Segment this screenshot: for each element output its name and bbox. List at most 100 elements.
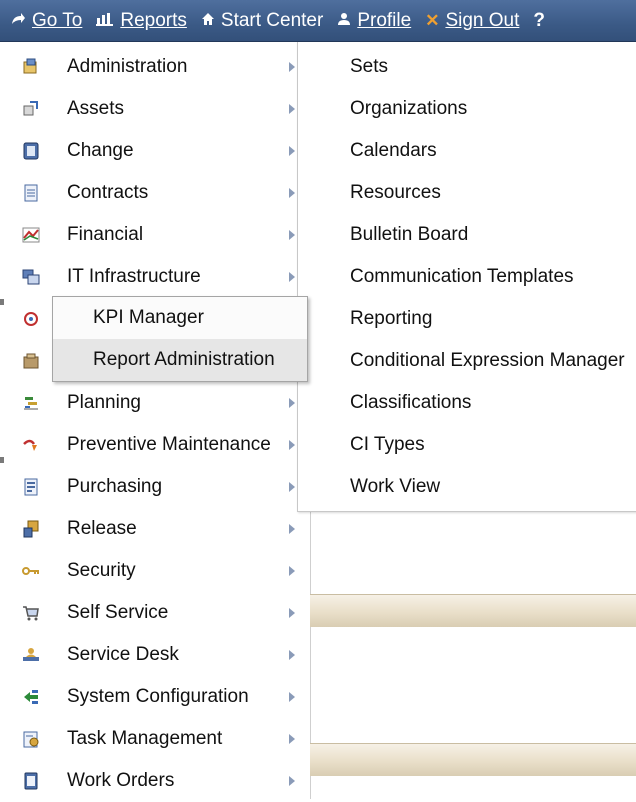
menu-item-task-management[interactable]: Task Management: [12, 718, 310, 760]
background-section-header: [310, 743, 636, 776]
change-icon: [22, 142, 40, 160]
reports-label: Reports: [120, 9, 187, 31]
sign-out-button[interactable]: ✕ Sign Out: [425, 10, 519, 32]
menu-item-financial[interactable]: Financial: [12, 214, 310, 256]
contracts-icon: [22, 184, 40, 202]
menu-item-it-infrastructure[interactable]: IT Infrastructure: [12, 256, 310, 298]
menu-item-change[interactable]: Change: [12, 130, 310, 172]
submenu-arrow-icon: [289, 272, 295, 282]
menu-item-label: Administration: [67, 56, 188, 77]
menu-item-self-service[interactable]: Self Service: [12, 592, 310, 634]
go-to-label: Go To: [32, 9, 83, 31]
integration-flyout-menu: KPI Manager Report Administration: [52, 296, 308, 382]
submenu-arrow-icon: [289, 146, 295, 156]
start-center-button[interactable]: Start Center: [201, 10, 323, 32]
top-toolbar: Go To Reports Start Center Profile ✕ Sig…: [0, 0, 636, 42]
submenu-arrow-icon: [289, 734, 295, 744]
menu-item-assets[interactable]: Assets: [12, 88, 310, 130]
help-icon: ?: [533, 9, 545, 31]
go-to-menu: Administration Assets Change Contracts F…: [12, 42, 311, 799]
security-key-icon: [22, 562, 40, 580]
administration-icon: [22, 58, 40, 76]
submenu-item-sets[interactable]: Sets: [350, 56, 388, 78]
submenu-arrow-icon: [289, 566, 295, 576]
purchasing-icon: [22, 478, 40, 496]
flyout-item-report-administration[interactable]: Report Administration: [53, 339, 307, 381]
submenu-arrow-icon: [289, 482, 295, 492]
reports-menu-button[interactable]: Reports: [96, 10, 187, 32]
menu-item-release[interactable]: Release: [12, 508, 310, 550]
menu-item-label: Contracts: [67, 182, 149, 203]
submenu-arrow-icon: [289, 776, 295, 786]
menu-item-label: Release: [67, 518, 137, 539]
submenu-arrow-icon: [289, 188, 295, 198]
menu-item-work-orders[interactable]: Work Orders: [12, 760, 310, 802]
submenu-item-communication-templates[interactable]: Communication Templates: [350, 266, 574, 288]
submenu-arrow-icon: [289, 398, 295, 408]
menu-item-label: Service Desk: [67, 644, 179, 665]
submenu-arrow-icon: [289, 230, 295, 240]
edge-tick: [0, 457, 4, 463]
submenu-item-conditional-expression-manager[interactable]: Conditional Expression Manager: [350, 350, 625, 372]
sign-out-label: Sign Out: [445, 9, 520, 31]
submenu-item-calendars[interactable]: Calendars: [350, 140, 437, 162]
menu-item-label: IT Infrastructure: [67, 266, 201, 287]
go-to-menu-button[interactable]: Go To: [10, 10, 82, 32]
menu-item-label: Change: [67, 140, 134, 161]
submenu-item-organizations[interactable]: Organizations: [350, 98, 467, 120]
menu-item-label: Self Service: [67, 602, 169, 623]
profile-person-icon: [337, 12, 351, 30]
it-infrastructure-icon: [22, 268, 40, 286]
menu-item-security[interactable]: Security: [12, 550, 310, 592]
submenu-arrow-icon: [289, 62, 295, 72]
menu-item-purchasing[interactable]: Purchasing: [12, 466, 310, 508]
submenu-arrow-icon: [289, 692, 295, 702]
menu-item-label: Assets: [67, 98, 125, 119]
service-desk-icon: [22, 646, 40, 664]
financial-icon: [22, 226, 40, 244]
go-to-arrow-icon: [10, 12, 26, 30]
submenu-item-ci-types[interactable]: CI Types: [350, 434, 425, 456]
menu-item-label: Financial: [67, 224, 144, 245]
menu-item-label: Purchasing: [67, 476, 163, 497]
menu-item-system-configuration[interactable]: System Configuration: [12, 676, 310, 718]
background-section-header: [310, 594, 636, 627]
release-icon: [22, 520, 40, 538]
inventory-icon: [22, 352, 40, 370]
flyout-item-label: KPI Manager: [93, 307, 204, 328]
menu-item-label: System Configuration: [67, 686, 249, 707]
start-center-label: Start Center: [220, 9, 324, 31]
menu-item-planning[interactable]: Planning: [12, 382, 310, 424]
submenu-arrow-icon: [289, 608, 295, 618]
system-configuration-icon: [22, 688, 40, 706]
preventive-maintenance-icon: [22, 436, 40, 454]
submenu-item-reporting[interactable]: Reporting: [350, 308, 432, 330]
submenu-item-resources[interactable]: Resources: [350, 182, 441, 204]
menu-item-preventive-maintenance[interactable]: Preventive Maintenance: [12, 424, 310, 466]
help-button[interactable]: ?: [533, 10, 545, 32]
menu-item-label: Security: [67, 560, 136, 581]
flyout-item-kpi-manager[interactable]: KPI Manager: [53, 297, 307, 339]
reports-chart-icon: [96, 12, 114, 30]
self-service-cart-icon: [22, 604, 40, 622]
edge-tick: [0, 299, 4, 305]
menu-item-contracts[interactable]: Contracts: [12, 172, 310, 214]
task-management-icon: [22, 730, 40, 748]
integration-icon: [22, 310, 40, 328]
profile-menu-button[interactable]: Profile: [337, 10, 411, 32]
menu-item-label: Task Management: [67, 728, 223, 749]
menu-item-service-desk[interactable]: Service Desk: [12, 634, 310, 676]
submenu-item-classifications[interactable]: Classifications: [350, 392, 471, 414]
submenu-item-work-view[interactable]: Work View: [350, 476, 440, 498]
profile-label: Profile: [357, 9, 412, 31]
flyout-item-label: Report Administration: [93, 349, 275, 370]
submenu-arrow-icon: [289, 524, 295, 534]
assets-icon: [22, 100, 40, 118]
menu-item-label: Work Orders: [67, 770, 175, 791]
menu-item-administration[interactable]: Administration: [12, 46, 310, 88]
work-orders-icon: [22, 772, 40, 790]
sign-out-x-icon: ✕: [425, 10, 440, 30]
submenu-item-bulletin-board[interactable]: Bulletin Board: [350, 224, 468, 246]
menu-item-label: Planning: [67, 392, 141, 413]
submenu-arrow-icon: [289, 440, 295, 450]
